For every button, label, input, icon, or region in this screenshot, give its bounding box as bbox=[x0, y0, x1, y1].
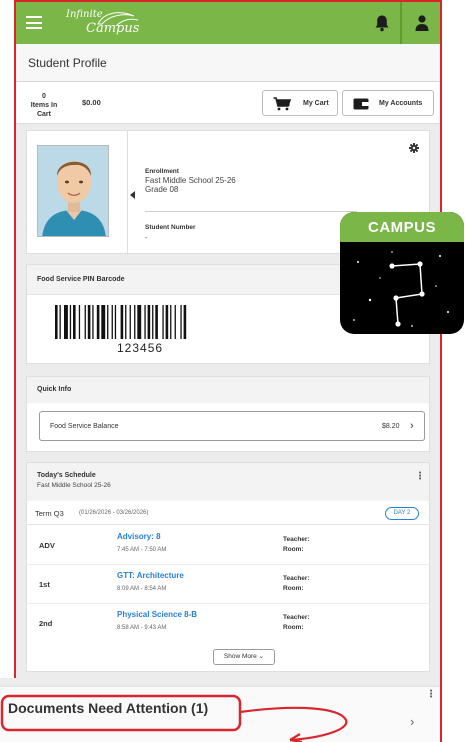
highlight-callout bbox=[0, 694, 348, 742]
